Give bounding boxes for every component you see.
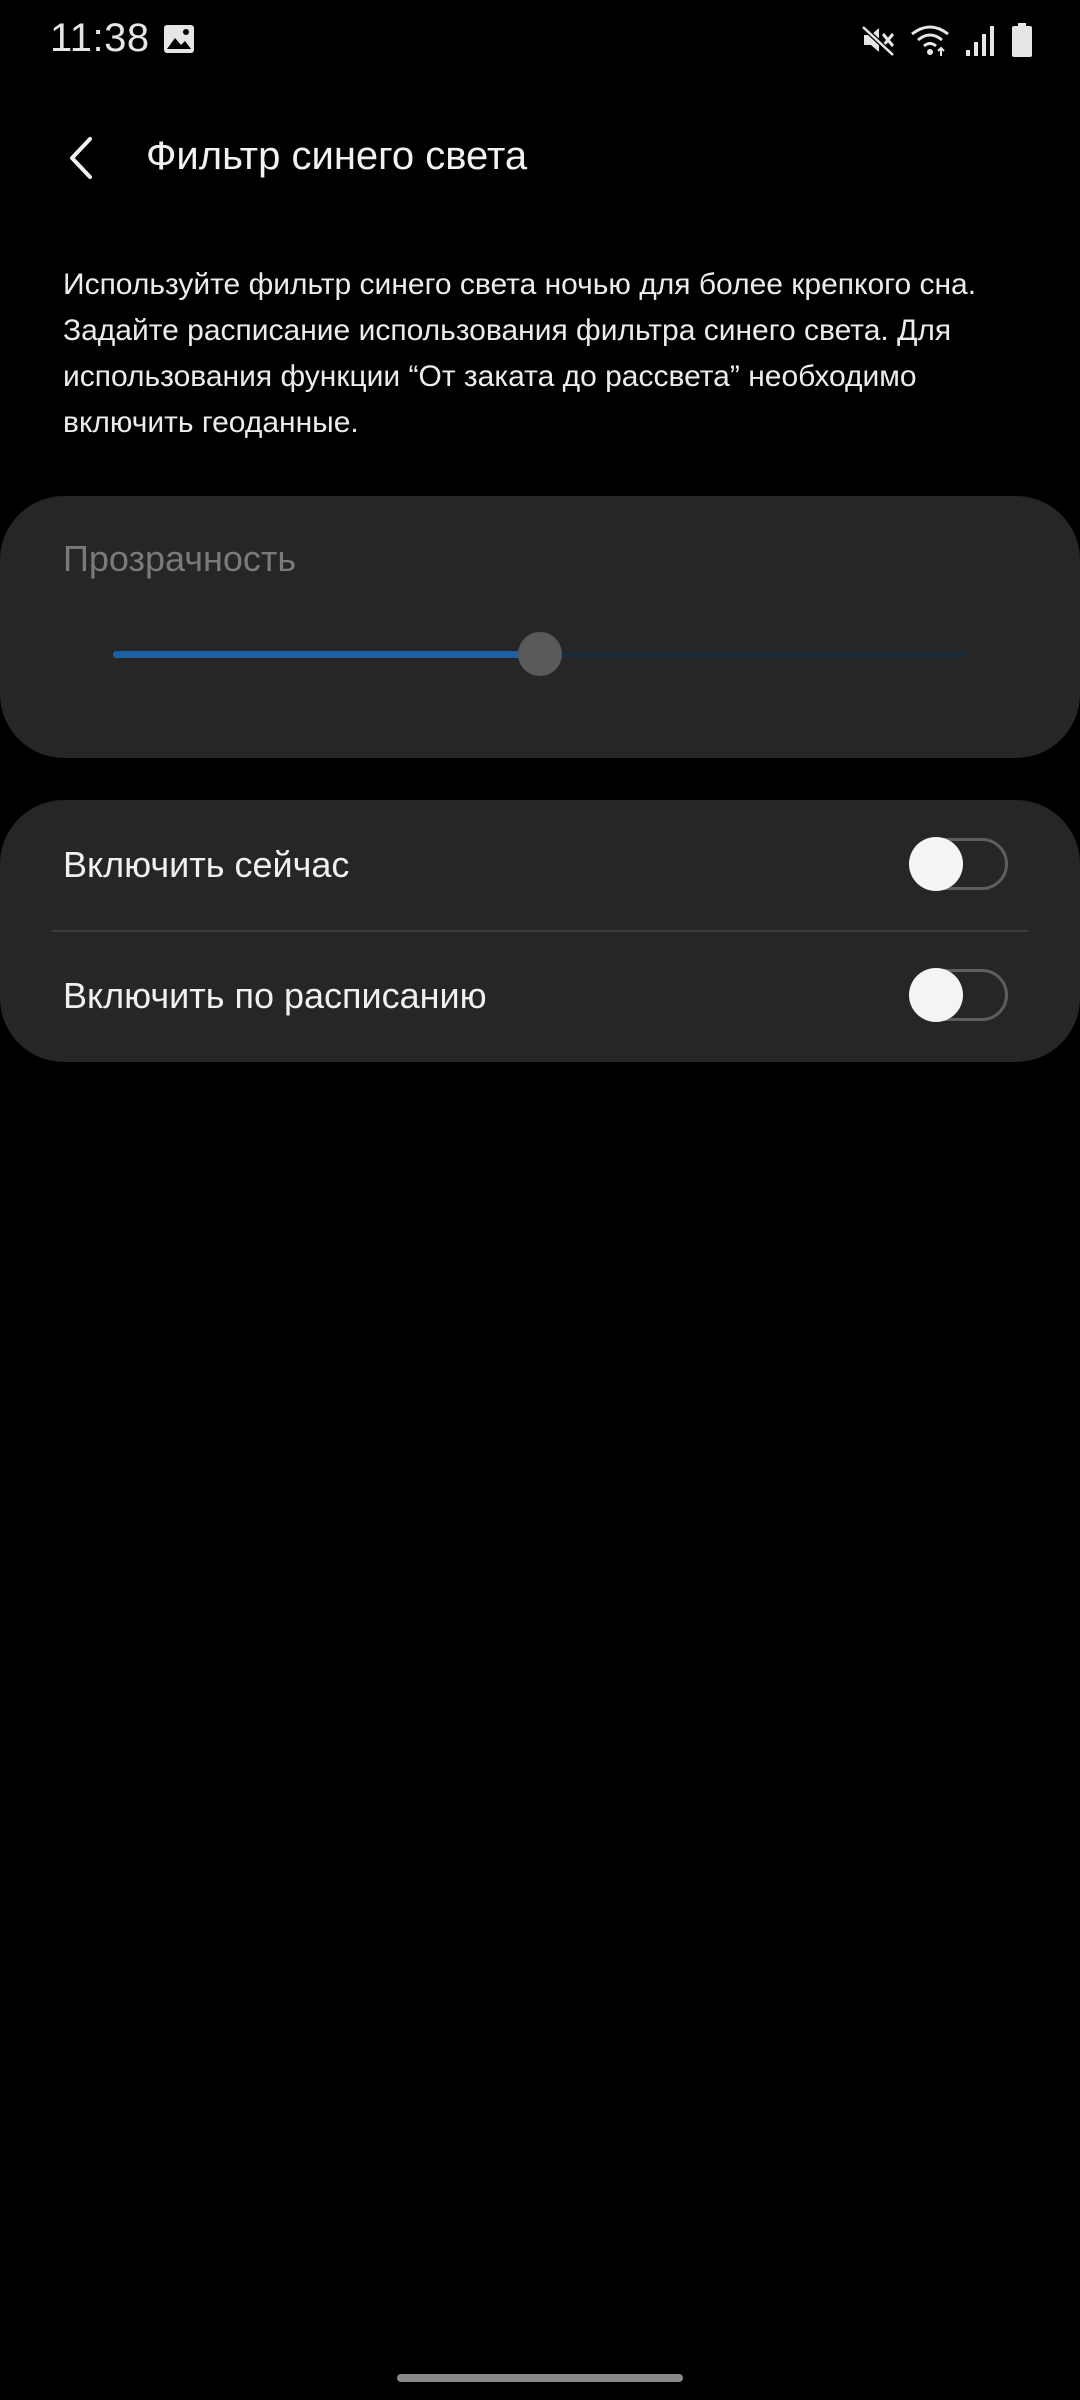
app-bar: Фильтр синего света <box>0 110 1080 210</box>
navigation-handle[interactable] <box>397 2374 683 2382</box>
status-time: 11:38 <box>50 16 150 60</box>
switch-knob <box>909 968 963 1022</box>
opacity-card: Прозрачность <box>0 496 1080 758</box>
status-bar: 11:38 <box>0 0 1080 80</box>
turn-on-scheduled-row[interactable]: Включить по расписанию <box>0 931 1080 1061</box>
gallery-icon <box>162 22 196 56</box>
page-title: Фильтр синего света <box>146 134 528 178</box>
slider-fill <box>113 651 540 658</box>
signal-icon <box>964 22 996 58</box>
slider-thumb[interactable] <box>518 632 562 676</box>
status-icons <box>860 20 1034 60</box>
turn-on-scheduled-label: Включить по расписанию <box>63 975 487 1016</box>
switch-knob <box>909 837 963 891</box>
turn-on-now-row[interactable]: Включить сейчас <box>0 800 1080 930</box>
chevron-left-icon <box>62 133 102 188</box>
opacity-label: Прозрачность <box>63 538 297 579</box>
wifi-icon <box>910 22 950 58</box>
battery-icon <box>1010 22 1034 58</box>
schedule-card: Включить сейчас Включить по расписанию <box>0 800 1080 1062</box>
opacity-slider[interactable] <box>113 632 967 676</box>
back-button[interactable] <box>50 128 114 192</box>
mute-icon <box>860 22 896 58</box>
turn-on-scheduled-switch[interactable] <box>909 968 1008 1022</box>
description-text: Используйте фильтр синего света ночью дл… <box>63 268 977 439</box>
turn-on-now-switch[interactable] <box>909 837 1008 891</box>
turn-on-now-label: Включить сейчас <box>63 844 350 885</box>
